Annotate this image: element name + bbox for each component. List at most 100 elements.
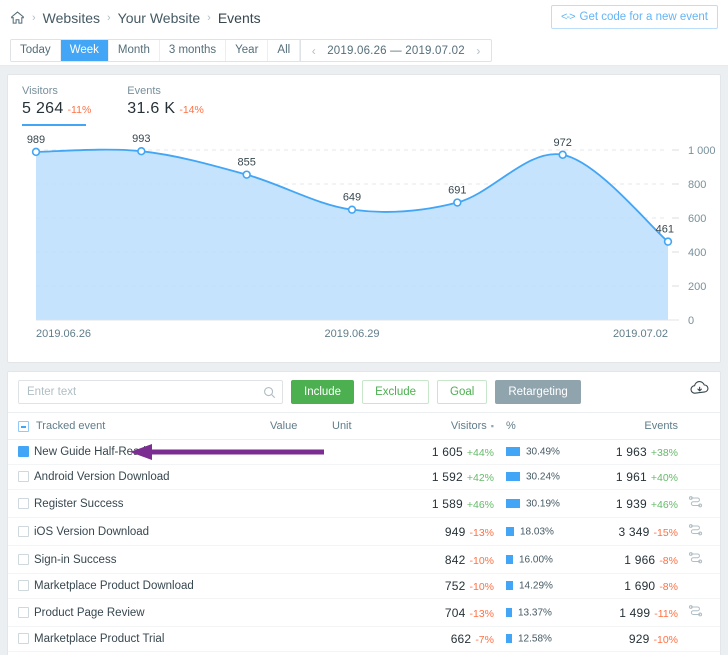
svg-text:2019.06.29: 2019.06.29 xyxy=(324,328,379,340)
table-row[interactable]: Marketplace Product Download 752-10% 14.… xyxy=(8,574,720,599)
row-unit xyxy=(332,627,406,652)
table-row[interactable]: Sign-in Success 842-10% 16.00% 1 966-8% xyxy=(8,546,720,574)
row-event-name: Marketplace Product Download xyxy=(34,574,270,599)
range-week[interactable]: Week xyxy=(61,40,109,61)
funnel-icon[interactable] xyxy=(688,604,703,621)
chevron-left-icon[interactable]: ‹ xyxy=(305,44,322,58)
row-visitors: 949-13% xyxy=(406,518,494,546)
breadcrumb-item-events[interactable]: Events xyxy=(218,10,261,26)
row-events: 3 718-18% xyxy=(586,652,678,655)
row-value xyxy=(270,518,332,546)
home-icon[interactable] xyxy=(10,10,25,25)
row-percent: 18.03% xyxy=(494,518,586,546)
row-value xyxy=(270,574,332,599)
table-body: New Guide Half-Read 1 605+44% 30.49% 1 9… xyxy=(8,440,720,655)
row-funnel-cell xyxy=(678,546,720,574)
svg-text:400: 400 xyxy=(688,247,706,259)
cloud-download-icon[interactable] xyxy=(690,380,710,399)
row-percent: 30.24% xyxy=(494,465,586,490)
row-unit xyxy=(332,574,406,599)
table-row[interactable]: Register Success 1 589+46% 30.19% 1 939+… xyxy=(8,490,720,518)
get-code-button[interactable]: <-> Get code for a new event xyxy=(551,5,718,29)
metric-visitors[interactable]: Visitors 5 264-11% xyxy=(22,85,127,126)
row-event-name: iOS Version Download xyxy=(34,518,270,546)
row-event-name: Marketplace Product Trial xyxy=(34,627,270,652)
row-checkbox[interactable] xyxy=(18,526,29,537)
row-checkbox[interactable] xyxy=(18,554,29,565)
row-checkbox[interactable] xyxy=(18,471,29,482)
row-select-cell xyxy=(8,546,34,574)
events-page: › Websites › Your Website › Events <-> G… xyxy=(0,0,728,655)
row-event-name: New Guide Half-Read xyxy=(34,440,270,465)
include-button[interactable]: Include xyxy=(291,380,354,404)
retargeting-button[interactable]: Retargeting xyxy=(495,380,580,404)
row-checkbox[interactable] xyxy=(18,498,29,509)
visitors-area-chart[interactable]: 02004006008001 0009899938556496919724612… xyxy=(8,132,720,362)
row-events: 929-10% xyxy=(586,627,678,652)
row-visitors: 1 592+42% xyxy=(406,465,494,490)
row-funnel-cell xyxy=(678,652,720,655)
breadcrumb-separator-2: › xyxy=(107,12,111,24)
column-events[interactable]: Events xyxy=(586,413,678,440)
row-event-name: Register Success xyxy=(34,490,270,518)
column-visitors[interactable]: Visitors▪ xyxy=(406,413,494,440)
table-row[interactable]: iOS Version Download 949-13% 18.03% 3 34… xyxy=(8,518,720,546)
row-unit xyxy=(332,546,406,574)
table-row[interactable]: Android Version Download 1 592+42% 30.24… xyxy=(8,465,720,490)
breadcrumb-item-your-website[interactable]: Your Website xyxy=(118,10,201,26)
search-input[interactable] xyxy=(19,381,282,403)
svg-text:989: 989 xyxy=(27,134,45,146)
funnel-icon[interactable] xyxy=(688,551,703,568)
range-today[interactable]: Today xyxy=(11,40,61,61)
svg-text:855: 855 xyxy=(237,157,255,169)
range-all[interactable]: All xyxy=(268,40,300,61)
row-checkbox[interactable] xyxy=(18,580,29,591)
metric-events[interactable]: Events 31.6 K-14% xyxy=(127,85,240,126)
row-percent: 12.27% xyxy=(494,652,586,655)
table-header-row: Tracked event Value Unit Visitors▪ % Eve… xyxy=(8,413,720,440)
search-icon[interactable] xyxy=(263,386,276,402)
range-month[interactable]: Month xyxy=(109,40,160,61)
row-select-cell xyxy=(8,440,34,465)
row-checkbox[interactable] xyxy=(18,633,29,644)
breadcrumb-item-websites[interactable]: Websites xyxy=(43,10,100,26)
funnel-icon[interactable] xyxy=(688,495,703,512)
row-unit xyxy=(332,518,406,546)
chevron-right-icon[interactable]: › xyxy=(470,44,487,58)
breadcrumb-bar: › Websites › Your Website › Events <-> G… xyxy=(0,0,728,35)
row-checkbox[interactable] xyxy=(18,607,29,618)
svg-text:1 000: 1 000 xyxy=(688,145,716,157)
goal-button[interactable]: Goal xyxy=(437,380,487,404)
table-row[interactable]: Product Page Review 704-13% 13.37% 1 499… xyxy=(8,599,720,627)
table-toolbar: Include Exclude Goal Retargeting xyxy=(8,372,720,412)
table-row[interactable]: New Guide Half-Read 1 605+44% 30.49% 1 9… xyxy=(8,440,720,465)
row-unit xyxy=(332,440,406,465)
row-events: 1 499-11% xyxy=(586,599,678,627)
column-percent[interactable]: % xyxy=(494,413,586,440)
column-tracked-event[interactable]: Tracked event xyxy=(34,413,270,440)
exclude-button[interactable]: Exclude xyxy=(362,380,429,404)
range-year[interactable]: Year xyxy=(226,40,268,61)
column-unit[interactable]: Unit xyxy=(332,413,406,440)
select-all-checkbox[interactable] xyxy=(18,421,29,432)
row-unit xyxy=(332,599,406,627)
range-selector: Today Week Month 3 months Year All ‹ 201… xyxy=(10,39,492,62)
row-value xyxy=(270,599,332,627)
row-value xyxy=(270,440,332,465)
range-3-months[interactable]: 3 months xyxy=(160,40,226,61)
row-visitors: 646-11% xyxy=(406,652,494,655)
events-table-card: Include Exclude Goal Retargeting xyxy=(7,371,721,655)
table-row[interactable]: Product Filter Switcher 646-11% 12.27% 3… xyxy=(8,652,720,655)
row-unit xyxy=(332,465,406,490)
row-checkbox[interactable] xyxy=(18,446,29,457)
column-value[interactable]: Value xyxy=(270,413,332,440)
row-select-cell xyxy=(8,518,34,546)
funnel-icon[interactable] xyxy=(688,523,703,540)
row-events: 1 961+40% xyxy=(586,465,678,490)
column-funnel xyxy=(678,413,720,440)
table-row[interactable]: Marketplace Product Trial 662-7% 12.58% … xyxy=(8,627,720,652)
row-funnel-cell xyxy=(678,440,720,465)
chart-svg: 02004006008001 0009899938556496919724612… xyxy=(8,132,720,358)
svg-text:972: 972 xyxy=(553,137,571,149)
row-funnel-cell xyxy=(678,518,720,546)
